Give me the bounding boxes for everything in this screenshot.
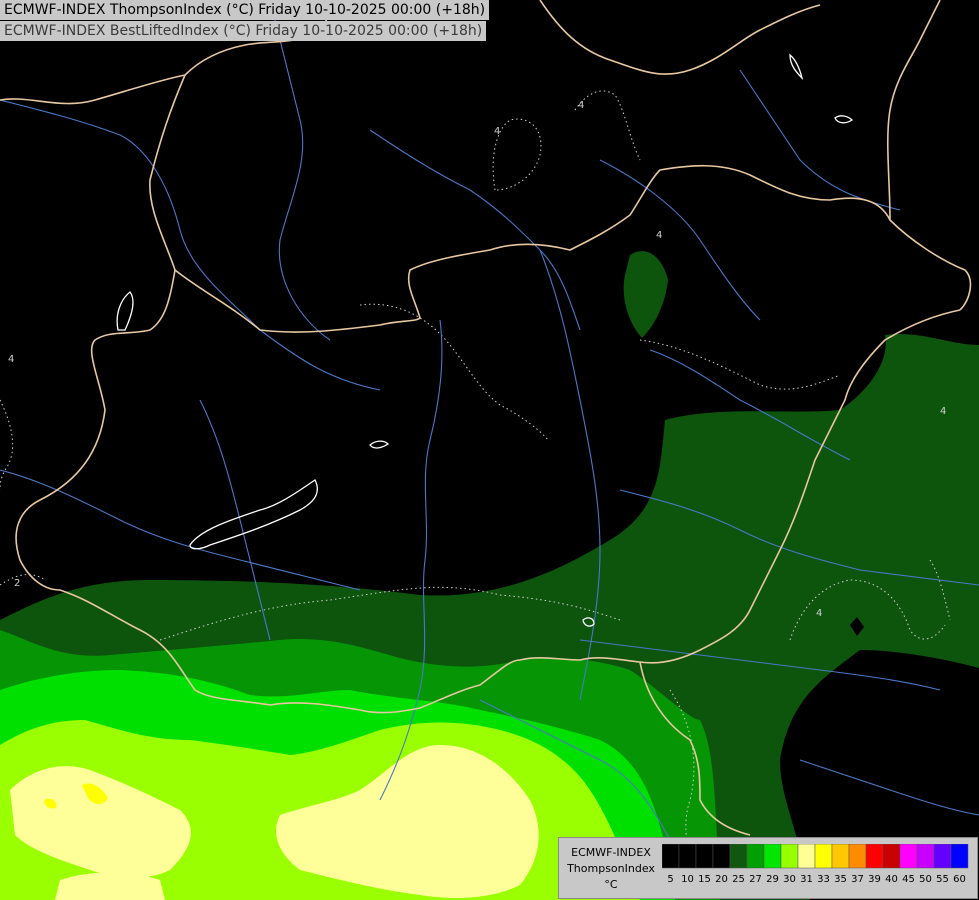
legend-swatch [950,844,969,869]
legend-swatch [831,844,850,869]
legend-tick-label: 20 [715,874,728,885]
legend-tick-label: 35 [834,874,847,885]
contour-label: 4 [578,100,584,111]
legend-swatch [763,844,782,869]
legend-tick-label: 15 [698,874,711,885]
legend-tick-label: 10 [681,874,694,885]
legend-swatch [933,844,952,869]
legend-ticks: 5 10 15 20 25 27 29 30 31 33 35 37 39 40 45 50 55 60 [662,874,979,888]
legend-tick-label: 31 [800,874,813,885]
legend-unit: °C [604,878,618,891]
contour-label: 4 [816,608,822,619]
map-title-secondary: ECMWF-INDEX BestLiftedIndex (°C) Friday … [0,21,487,41]
legend-tick-label: 45 [902,874,915,885]
contour-label: 2 [14,578,20,589]
legend-swatch [729,844,748,869]
legend-tick-label: 55 [936,874,949,885]
contour-label: 4 [940,406,946,417]
legend-swatch [848,844,867,869]
legend-tick-label: 27 [749,874,762,885]
legend-swatch [814,844,833,869]
legend-tick-label: 50 [919,874,932,885]
legend-swatch [780,844,799,869]
contour-label: 4 [656,230,662,241]
legend-tick-label: 29 [766,874,779,885]
legend-tick-label: 33 [817,874,830,885]
legend-swatch [882,844,901,869]
map-title-primary: ECMWF-INDEX ThompsonIndex (°C) Friday 10… [0,0,490,20]
legend-swatch [916,844,935,869]
legend-tick-label: 39 [868,874,881,885]
legend-tick-label: 25 [732,874,745,885]
legend-model: ECMWF-INDEX [571,846,651,859]
legend-swatch [695,844,714,869]
legend-tick-label: 40 [885,874,898,885]
legend-swatch [865,844,884,869]
legend-swatch [678,844,697,869]
legend-swatch [746,844,765,869]
legend-tick-label: 5 [667,874,674,885]
legend-variable: ThompsonIndex [567,862,655,875]
contour-label: 4 [494,126,500,137]
color-legend: ECMWF-INDEX ThompsonIndex °C 5 10 15 20 25 27… [558,837,978,899]
legend-color-bar [662,844,969,869]
legend-tick-label: 60 [953,874,966,885]
legend-swatch [712,844,731,869]
weather-map: 4 4 4 4 4 2 4 [0,0,979,900]
legend-swatch [662,844,680,869]
legend-swatch [797,844,816,869]
contour-label: 4 [8,354,14,365]
legend-tick-label: 37 [851,874,864,885]
legend-swatch [899,844,918,869]
legend-tick-label: 30 [783,874,796,885]
